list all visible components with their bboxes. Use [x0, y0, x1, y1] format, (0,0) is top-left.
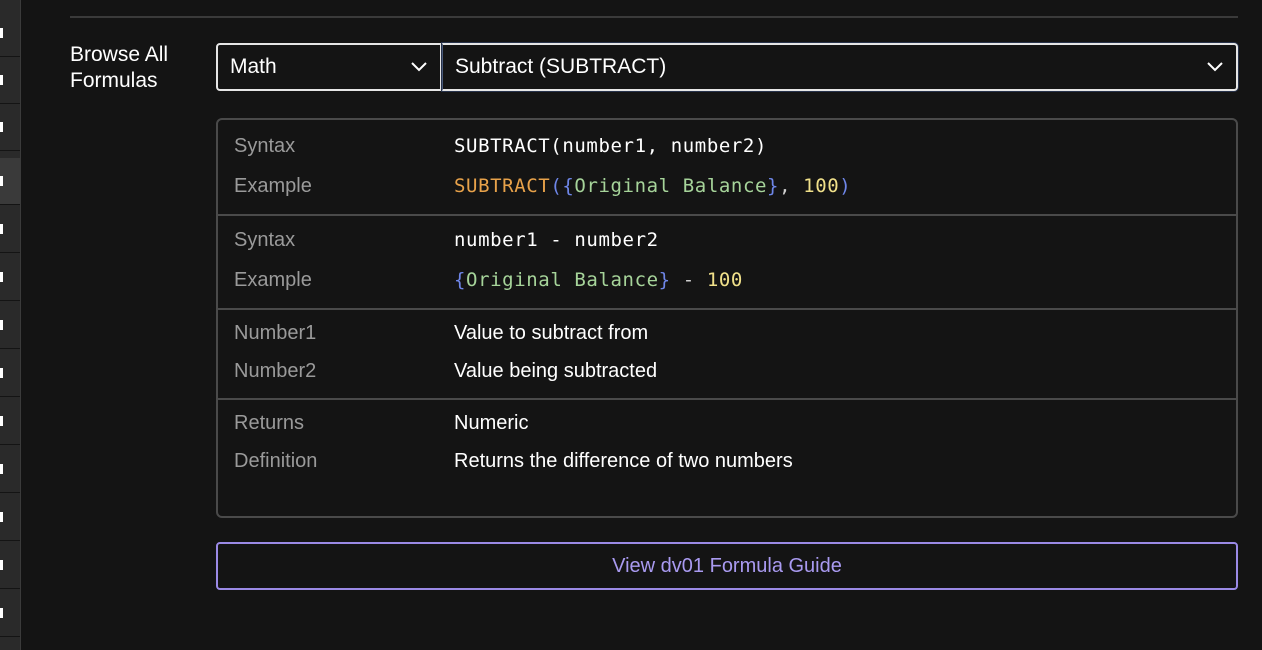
syntax-row: Syntax SUBTRACT(number1, number2) [218, 132, 1236, 160]
syntax-label: Syntax [234, 134, 296, 157]
param-name: Number2 [234, 359, 317, 382]
rail-handle[interactable] [0, 398, 20, 445]
operator-syntax-section: Syntax number1 - number2 Example {Origin… [218, 214, 1236, 310]
syntax-value: number1 - number2 [454, 229, 659, 251]
rail-handle[interactable] [0, 10, 20, 57]
returns-row: Returns Numeric [218, 409, 1236, 437]
example-label: Example [234, 174, 312, 197]
parameters-section: Number1 Value to subtract from Number2 V… [218, 308, 1236, 400]
example-row: Example SUBTRACT({Original Balance}, 100… [218, 172, 1236, 200]
chevron-down-icon [1206, 58, 1224, 76]
brace-token: } [658, 269, 671, 291]
paren-token: ( [550, 175, 563, 197]
rail-handle[interactable] [0, 302, 20, 349]
category-select-value: Math [230, 55, 277, 78]
returns-value: Numeric [454, 411, 529, 434]
number-token: 100 [803, 175, 840, 197]
comma-token: , [779, 175, 804, 197]
brace-token: { [562, 175, 575, 197]
param-row: Number1 Value to subtract from [218, 319, 1236, 347]
rail-handle[interactable] [0, 590, 20, 637]
field-token: Original Balance [574, 175, 768, 197]
param-description: Value to subtract from [454, 321, 649, 344]
param-name: Number1 [234, 321, 317, 344]
formula-info-card: Syntax SUBTRACT(number1, number2) Exampl… [216, 118, 1238, 518]
brace-token: { [454, 269, 467, 291]
view-formula-guide-button[interactable]: View dv01 Formula Guide [216, 542, 1238, 590]
param-description: Value being subtracted [454, 359, 658, 382]
definition-row: Definition Returns the difference of two… [218, 447, 1236, 475]
rail-handle[interactable] [0, 446, 20, 493]
left-rail [0, 0, 21, 650]
rail-handle[interactable] [0, 57, 20, 104]
formula-select[interactable]: Subtract (SUBTRACT) [442, 43, 1238, 91]
example-value: {Original Balance} - 100 [454, 269, 743, 291]
section-divider [70, 16, 1238, 18]
syntax-value: SUBTRACT(number1, number2) [454, 135, 768, 157]
rail-handle[interactable] [0, 350, 20, 397]
param-row: Number2 Value being subtracted [218, 357, 1236, 385]
number-token: 100 [706, 269, 743, 291]
rail-handle[interactable] [0, 542, 20, 589]
field-token: Original Balance [466, 269, 659, 291]
browse-formulas-label: Browse All Formulas [70, 43, 169, 92]
brace-token: } [767, 175, 780, 197]
rail-handle[interactable] [0, 104, 20, 151]
function-token: SUBTRACT [454, 175, 551, 197]
chevron-down-icon [410, 58, 428, 76]
returns-section: Returns Numeric Definition Returns the d… [218, 398, 1236, 516]
syntax-row: Syntax number1 - number2 [218, 226, 1236, 254]
example-label: Example [234, 268, 312, 291]
function-syntax-section: Syntax SUBTRACT(number1, number2) Exampl… [218, 120, 1236, 216]
definition-label: Definition [234, 449, 318, 472]
definition-value: Returns the difference of two numbers [454, 449, 793, 472]
example-value: SUBTRACT({Original Balance}, 100) [454, 175, 851, 197]
operator-token: - [670, 269, 707, 291]
rail-handle[interactable] [0, 206, 20, 253]
returns-label: Returns [234, 411, 305, 434]
rail-handle[interactable] [0, 158, 20, 205]
rail-handle[interactable] [0, 494, 20, 541]
rail-handle[interactable] [0, 254, 20, 301]
category-select[interactable]: Math [216, 43, 442, 91]
syntax-label: Syntax [234, 228, 296, 251]
paren-token: ) [839, 175, 852, 197]
formula-select-value: Subtract (SUBTRACT) [455, 55, 667, 78]
example-row: Example {Original Balance} - 100 [218, 266, 1236, 294]
